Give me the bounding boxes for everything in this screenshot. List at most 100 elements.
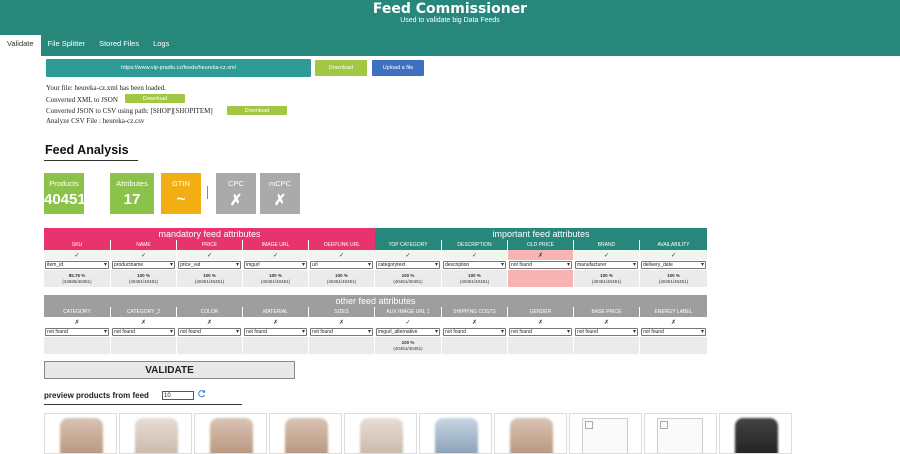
product-image — [360, 418, 403, 453]
coverage-count: (40451/40451) — [260, 278, 291, 284]
stat-attributes: Attributes 17 — [110, 173, 154, 214]
product-thumbnail[interactable] — [494, 413, 567, 454]
stat-gtin: GTIN ~ — [161, 173, 201, 214]
field-select[interactable]: not found — [641, 328, 706, 336]
column-header: SHIPPING COSTS — [442, 307, 508, 317]
divider — [207, 186, 208, 199]
column-header: ENERGY LABEL — [640, 307, 707, 317]
refresh-icon[interactable] — [197, 389, 206, 398]
divider — [44, 160, 138, 161]
field-select[interactable]: not found — [112, 328, 175, 336]
divider — [44, 404, 242, 405]
stat-label: CPC — [228, 179, 244, 188]
attributes-table-main: mandatory feed attributes important feed… — [44, 228, 707, 288]
product-thumbnail[interactable] — [269, 413, 342, 454]
stat-value: ✗ — [229, 192, 243, 209]
column-header: TOP CATEGORY — [375, 240, 442, 250]
coverage-count: (40451/40451) — [128, 278, 159, 284]
log-analyze: Analyze CSV File : heureka-cz.csv — [46, 117, 145, 125]
product-thumbnail[interactable] — [119, 413, 192, 454]
column-header: GENDER — [508, 307, 574, 317]
coverage-count: (40451/40451) — [459, 278, 490, 284]
stat-cpc: CPC ✗ — [216, 173, 256, 214]
download-json-button[interactable]: Download — [125, 94, 185, 103]
product-image — [210, 418, 253, 453]
product-thumbnail[interactable] — [194, 413, 267, 454]
field-select[interactable]: manufacturer — [575, 261, 638, 269]
field-select[interactable]: productname — [112, 261, 175, 269]
column-header: CATEGORY_2 — [111, 307, 177, 317]
column-header: AUX IMAGE URL 1 — [375, 307, 442, 317]
product-thumbnail[interactable] — [719, 413, 792, 454]
product-thumbnail[interactable] — [419, 413, 492, 454]
coverage-count: (40451/40451) — [591, 278, 622, 284]
tab-validate[interactable]: Validate — [0, 35, 41, 56]
field-select[interactable]: imgurl — [244, 261, 307, 269]
check-icon: ✓ — [243, 250, 309, 260]
field-select[interactable]: description — [443, 261, 506, 269]
attribute-coverage-row: 100 % (40451/40451) — [44, 337, 707, 354]
field-select[interactable]: not found — [509, 328, 572, 336]
tab-logs[interactable]: Logs — [146, 35, 176, 56]
column-header: MATERIAL — [243, 307, 309, 317]
product-thumbnail[interactable] — [644, 413, 717, 454]
validate-button[interactable]: VALIDATE — [44, 361, 295, 379]
cross-icon: ✗ — [111, 317, 177, 327]
check-icon: ✓ — [111, 250, 177, 260]
field-select[interactable]: item_id — [45, 261, 109, 269]
attribute-header-row: SKU NAME PRICE IMAGE URL DEEPLINK URL TO… — [44, 240, 707, 250]
cross-icon: ✗ — [640, 317, 707, 327]
app-subtitle: Used to validate big Data Feeds — [400, 17, 500, 24]
check-icon: ✓ — [309, 250, 375, 260]
field-select[interactable]: url — [310, 261, 373, 269]
upload-file-button[interactable]: Upload a file — [372, 60, 424, 76]
field-select[interactable]: not found — [509, 261, 572, 269]
product-thumbnail[interactable] — [344, 413, 417, 454]
product-image — [435, 418, 478, 453]
other-attributes-header: other feed attributes — [44, 295, 707, 307]
cross-icon: ✗ — [44, 317, 111, 327]
column-header: CATEGORY — [44, 307, 111, 317]
attribute-header-row: CATEGORY CATEGORY_2 COLOR MATERIAL SIZES… — [44, 307, 707, 317]
field-select[interactable]: categorytext — [376, 261, 440, 269]
field-select[interactable]: not found — [178, 328, 241, 336]
log-converted-json: Converted JSON to CSV using path: [SHOP]… — [46, 107, 213, 115]
tab-file-splitter[interactable]: File Splitter — [41, 35, 93, 56]
column-header: OLD PRICE — [508, 240, 574, 250]
field-select[interactable]: not found — [244, 328, 307, 336]
column-header: IMAGE URL — [243, 240, 309, 250]
field-select[interactable]: not found — [310, 328, 373, 336]
field-select[interactable]: not found — [45, 328, 109, 336]
field-select[interactable]: not found — [575, 328, 638, 336]
download-button[interactable]: Download — [315, 60, 367, 76]
download-csv-button[interactable]: Download — [227, 106, 287, 115]
field-select[interactable]: imgurl_alternative — [376, 328, 440, 336]
preview-count-input[interactable]: 10 — [162, 391, 194, 400]
tab-bar: Validate File Splitter Stored Files Logs — [0, 35, 176, 56]
stat-label: mCPC — [268, 179, 292, 188]
important-attributes-header: important feed attributes — [375, 228, 707, 240]
attribute-field-row: item_id productname price_vat imgurl url… — [44, 260, 707, 270]
product-image — [135, 418, 178, 453]
product-thumbnail[interactable] — [569, 413, 642, 454]
attribute-coverage-row: 85.75 % (34686/40451) 100 % (40451/40451) … — [44, 270, 707, 287]
tab-stored-files[interactable]: Stored Files — [92, 35, 146, 56]
stat-label: Attributes — [116, 179, 148, 188]
field-select[interactable]: not found — [443, 328, 506, 336]
column-header: SIZES — [309, 307, 375, 317]
cross-icon: ✗ — [243, 317, 309, 327]
check-icon: ✓ — [177, 250, 243, 260]
check-icon: ✓ — [640, 250, 707, 260]
product-image — [510, 418, 553, 453]
column-header: DESCRIPTION — [442, 240, 508, 250]
broken-image-icon — [582, 418, 628, 453]
field-select[interactable]: delivery_date — [641, 261, 706, 269]
product-thumbnail[interactable] — [44, 413, 117, 454]
column-header: BRAND — [574, 240, 640, 250]
field-select[interactable]: price_vat — [178, 261, 241, 269]
cross-icon: ✗ — [309, 317, 375, 327]
feed-url-input[interactable]: https://www.vip-pradlo.cz/feeds/heureka-… — [46, 59, 311, 77]
stat-value: ~ — [176, 191, 186, 208]
cross-icon: ✗ — [508, 317, 574, 327]
log-loaded: Your file: heureka-cz.xml has been loade… — [46, 84, 166, 92]
